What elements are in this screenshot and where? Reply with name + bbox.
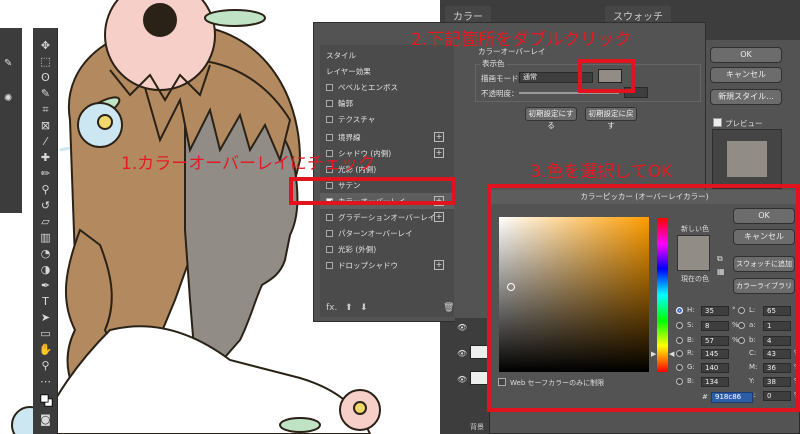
layer-style-item-label: 輪郭 xyxy=(338,98,353,108)
type-tool-icon[interactable]: T xyxy=(38,294,53,308)
add-effect-icon[interactable]: + xyxy=(434,148,444,158)
eye-icon[interactable]: 👁 xyxy=(457,375,467,384)
highlight-color-swatch xyxy=(578,59,635,93)
make-default-button[interactable]: 初期設定にする xyxy=(525,107,577,130)
dodge-tool-icon[interactable]: ◑ xyxy=(38,262,53,276)
layer-style-item[interactable]: グラデーションオーバーレイ + xyxy=(320,209,454,225)
opacity-label: 不透明度： xyxy=(481,89,519,98)
layer-thumbnail[interactable] xyxy=(470,371,488,385)
history-brush-tool-icon[interactable]: ↺ xyxy=(38,198,53,212)
fx-icon[interactable]: fx. xyxy=(326,303,337,313)
preview-checkbox[interactable] xyxy=(713,118,722,127)
preview-swatch xyxy=(727,141,767,177)
layer-style-item-label: レイヤー効果 xyxy=(326,66,371,76)
left-panel-strip: ✎ ✺ xyxy=(0,28,22,213)
layer-style-item[interactable]: パターンオーバーレイ xyxy=(320,225,454,241)
pen-tool-icon[interactable]: ✒ xyxy=(38,278,53,292)
layer-style-checkbox[interactable] xyxy=(326,99,333,107)
brush-tool-icon[interactable]: ✏ xyxy=(38,166,53,180)
move-up-icon[interactable]: ⬆ xyxy=(345,303,353,313)
path-select-tool-icon[interactable]: ➤ xyxy=(38,310,53,324)
new-style-button[interactable]: 新規スタイル... xyxy=(710,89,782,105)
annotation-step3: 3.色を選択してOK xyxy=(530,162,673,182)
tools-panel: ✥ ⬚ ʘ ✎ ⌗ ⊠ ⁄ ✚ ✏ ⚲ ↺ ▱ ▥ ◔ ◑ ✒ T ➤ ▭ ✋ … xyxy=(33,28,58,434)
layer-style-item[interactable]: レイヤー効果 xyxy=(320,63,454,79)
layer-style-checkbox[interactable] xyxy=(326,229,333,237)
move-down-icon[interactable]: ⬇ xyxy=(360,303,368,313)
eye-icon[interactable]: 👁 xyxy=(457,323,467,332)
add-effect-icon[interactable]: + xyxy=(434,260,444,270)
reset-default-button[interactable]: 初期設定に戻す xyxy=(585,107,637,130)
quick-select-tool-icon[interactable]: ✎ xyxy=(38,86,53,100)
stamp-tool-icon[interactable]: ⚲ xyxy=(38,182,53,196)
layer-style-item-label: グラデーションオーバーレイ xyxy=(338,212,436,222)
layer-style-item-label: パターンオーバーレイ xyxy=(338,228,413,238)
annotation-step1: 1.カラーオーバーレイにチェック xyxy=(121,154,376,174)
color-group-label: 表示色 xyxy=(480,58,507,69)
move-tool-icon[interactable]: ✥ xyxy=(38,38,53,52)
brush-preset-icon[interactable]: ✺ xyxy=(4,93,12,104)
hand-tool-icon[interactable]: ✋ xyxy=(38,342,53,356)
eye-icon[interactable]: 👁 xyxy=(457,349,467,358)
layer-style-item[interactable]: 境界線 + xyxy=(320,129,454,145)
add-effect-icon[interactable]: + xyxy=(434,212,444,222)
highlight-color-overlay xyxy=(289,177,456,205)
layer-style-item-label: ベベルとエンボス xyxy=(338,82,398,92)
healing-brush-tool-icon[interactable]: ✚ xyxy=(38,150,53,164)
background-layer-label[interactable]: 背景 xyxy=(470,422,484,432)
eyedropper-tool-icon[interactable]: ⁄ xyxy=(38,134,53,148)
trash-icon[interactable]: 🗑 xyxy=(443,303,454,313)
layer-thumbnail[interactable] xyxy=(470,345,488,359)
layer-style-checkbox[interactable] xyxy=(326,261,333,269)
layer-style-item[interactable]: テクスチャ xyxy=(320,111,454,127)
layer-style-item[interactable]: 光彩 (外側) xyxy=(320,241,454,257)
quick-mask-icon[interactable]: ◙ xyxy=(38,412,53,426)
lasso-tool-icon[interactable]: ʘ xyxy=(38,70,53,84)
preview-label: プレビュー xyxy=(725,119,763,128)
marquee-tool-icon[interactable]: ⬚ xyxy=(38,54,53,68)
more-tools-icon[interactable]: ⋯ xyxy=(38,374,53,388)
blur-tool-icon[interactable]: ◔ xyxy=(38,246,53,260)
layer-style-item-label: テクスチャ xyxy=(338,114,376,124)
layer-style-checkbox[interactable] xyxy=(326,213,333,221)
layer-style-ok-button[interactable]: OK xyxy=(710,47,782,63)
layer-style-checkbox[interactable] xyxy=(326,245,333,253)
layer-style-item[interactable]: ドロップシャドウ + xyxy=(320,257,454,273)
crop-tool-icon[interactable]: ⌗ xyxy=(38,102,53,116)
rectangle-tool-icon[interactable]: ▭ xyxy=(38,326,53,340)
layer-style-item-label: 光彩 (外側) xyxy=(338,244,377,254)
eraser-tool-icon[interactable]: ▱ xyxy=(38,214,53,228)
layer-style-checkbox[interactable] xyxy=(326,133,333,141)
frame-tool-icon[interactable]: ⊠ xyxy=(38,118,53,132)
layer-style-item[interactable]: 輪郭 xyxy=(320,95,454,111)
layer-style-checkbox[interactable] xyxy=(326,83,333,91)
layer-style-checkbox[interactable] xyxy=(326,115,333,123)
highlight-color-picker xyxy=(487,184,800,412)
layer-style-cancel-button[interactable]: キャンセル xyxy=(710,67,782,83)
add-effect-icon[interactable]: + xyxy=(434,132,444,142)
zoom-tool-icon[interactable]: ⚲ xyxy=(38,358,53,372)
layer-style-item[interactable]: ベベルとエンボス xyxy=(320,79,454,95)
annotation-step2: 2.下記箇所をダブルクリック xyxy=(411,30,632,50)
gradient-tool-icon[interactable]: ▥ xyxy=(38,230,53,244)
layer-style-item-label: 境界線 xyxy=(338,132,361,142)
foreground-background-color-icon[interactable] xyxy=(38,392,54,408)
layer-style-item-label: ドロップシャドウ xyxy=(338,260,398,270)
edit-icon[interactable]: ✎ xyxy=(4,58,12,69)
